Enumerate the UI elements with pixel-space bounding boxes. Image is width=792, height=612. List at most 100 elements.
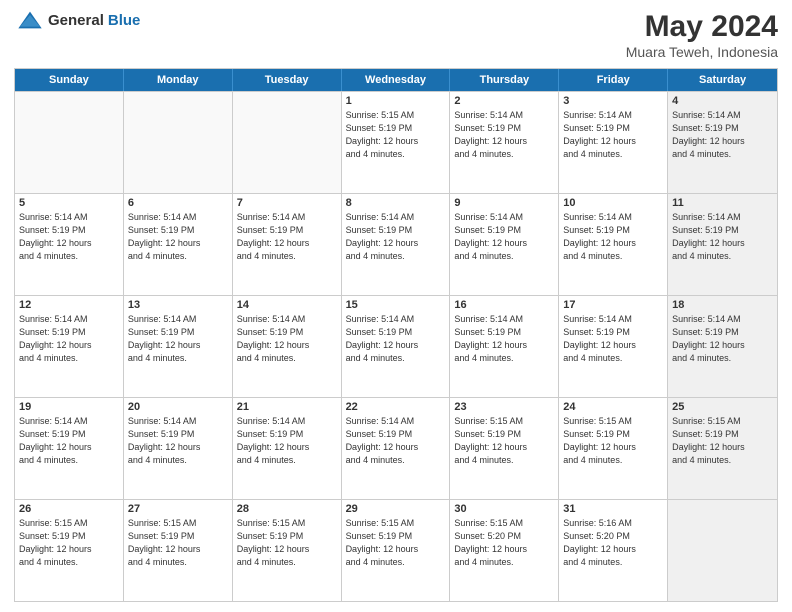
cell-info: Sunrise: 5:15 AMSunset: 5:19 PMDaylight:… <box>128 517 228 569</box>
day-number: 24 <box>563 401 663 413</box>
week-row-2: 5 Sunrise: 5:14 AMSunset: 5:19 PMDaylight… <box>15 193 777 295</box>
header-day-sunday: Sunday <box>15 69 124 91</box>
day-number: 29 <box>346 503 446 515</box>
day-number: 4 <box>672 95 773 107</box>
day-number: 12 <box>19 299 119 311</box>
cell-info: Sunrise: 5:14 AMSunset: 5:19 PMDaylight:… <box>19 415 119 467</box>
cell-info: Sunrise: 5:14 AMSunset: 5:19 PMDaylight:… <box>346 313 446 365</box>
cell-info: Sunrise: 5:14 AMSunset: 5:19 PMDaylight:… <box>19 313 119 365</box>
header-day-tuesday: Tuesday <box>233 69 342 91</box>
day-number: 18 <box>672 299 773 311</box>
day-cell-30: 30 Sunrise: 5:15 AMSunset: 5:20 PMDayligh… <box>450 500 559 601</box>
day-cell-8: 8Sunrise: 5:14 AMSunset: 5:19 PMDaylight… <box>342 194 451 295</box>
cell-info: Sunrise: 5:14 AMSunset: 5:19 PMDaylight:… <box>237 313 337 365</box>
calendar-body: 1 Sunrise: 5:15 AMSunset: 5:19 PMDaylight… <box>15 91 777 601</box>
cell-info: Sunrise: 5:14 AMSunset: 5:19 PMDaylight:… <box>128 415 228 467</box>
day-cell-15: 15 Sunrise: 5:14 AMSunset: 5:19 PMDayligh… <box>342 296 451 397</box>
day-cell-5: 5 Sunrise: 5:14 AMSunset: 5:19 PMDaylight… <box>15 194 124 295</box>
day-cell-25: 25Sunrise: 5:15 AMSunset: 5:19 PMDayligh… <box>668 398 777 499</box>
cell-info: Sunrise: 5:14 AMSunset: 5:19 PMDaylight:… <box>563 109 663 161</box>
cell-info: Sunrise: 5:15 AMSunset: 5:19 PMDaylight:… <box>672 415 773 467</box>
day-cell-10: 10Sunrise: 5:14 AMSunset: 5:19 PMDayligh… <box>559 194 668 295</box>
day-number: 22 <box>346 401 446 413</box>
day-cell-31: 31Sunrise: 5:16 AMSunset: 5:20 PMDayligh… <box>559 500 668 601</box>
empty-cell <box>15 92 124 193</box>
day-cell-12: 12 Sunrise: 5:14 AMSunset: 5:19 PMDayligh… <box>15 296 124 397</box>
day-number: 2 <box>454 95 554 107</box>
cell-info: Sunrise: 5:14 AMSunset: 5:19 PMDaylight:… <box>563 313 663 365</box>
day-number: 30 <box>454 503 554 515</box>
day-number: 16 <box>454 299 554 311</box>
day-number: 17 <box>563 299 663 311</box>
day-number: 1 <box>346 95 446 107</box>
day-cell-14: 14 Sunrise: 5:14 AMSunset: 5:19 PMDayligh… <box>233 296 342 397</box>
day-cell-23: 23 Sunrise: 5:15 AMSunset: 5:19 PMDayligh… <box>450 398 559 499</box>
day-cell-29: 29Sunrise: 5:15 AMSunset: 5:19 PMDayligh… <box>342 500 451 601</box>
day-number: 14 <box>237 299 337 311</box>
day-number: 23 <box>454 401 554 413</box>
day-number: 11 <box>672 197 773 209</box>
day-cell-3: 3 Sunrise: 5:14 AMSunset: 5:19 PMDaylight… <box>559 92 668 193</box>
day-cell-1: 1 Sunrise: 5:15 AMSunset: 5:19 PMDaylight… <box>342 92 451 193</box>
day-cell-7: 7Sunrise: 5:14 AMSunset: 5:19 PMDaylight… <box>233 194 342 295</box>
cell-info: Sunrise: 5:14 AMSunset: 5:19 PMDaylight:… <box>128 211 228 263</box>
day-number: 5 <box>19 197 119 209</box>
cell-info: Sunrise: 5:14 AMSunset: 5:19 PMDaylight:… <box>128 313 228 365</box>
day-cell-9: 9 Sunrise: 5:14 AMSunset: 5:19 PMDaylight… <box>450 194 559 295</box>
day-cell-13: 13Sunrise: 5:14 AMSunset: 5:19 PMDayligh… <box>124 296 233 397</box>
day-cell-20: 20 Sunrise: 5:14 AMSunset: 5:19 PMDayligh… <box>124 398 233 499</box>
cell-info: Sunrise: 5:15 AMSunset: 5:19 PMDaylight:… <box>237 517 337 569</box>
logo-blue: Blue <box>108 12 141 29</box>
day-cell-24: 24 Sunrise: 5:15 AMSunset: 5:19 PMDayligh… <box>559 398 668 499</box>
calendar-title: May 2024 <box>626 10 778 44</box>
day-cell-22: 22 Sunrise: 5:14 AMSunset: 5:19 PMDayligh… <box>342 398 451 499</box>
header-day-wednesday: Wednesday <box>342 69 451 91</box>
empty-cell <box>124 92 233 193</box>
page: GeneralBlue May 2024 Muara Teweh, Indone… <box>0 0 792 612</box>
day-cell-19: 19Sunrise: 5:14 AMSunset: 5:19 PMDayligh… <box>15 398 124 499</box>
day-number: 10 <box>563 197 663 209</box>
day-number: 26 <box>19 503 119 515</box>
day-cell-16: 16 Sunrise: 5:14 AMSunset: 5:19 PMDayligh… <box>450 296 559 397</box>
cell-info: Sunrise: 5:15 AMSunset: 5:19 PMDaylight:… <box>454 415 554 467</box>
day-number: 9 <box>454 197 554 209</box>
day-cell-11: 11 Sunrise: 5:14 AMSunset: 5:19 PMDayligh… <box>668 194 777 295</box>
cell-info: Sunrise: 5:15 AMSunset: 5:19 PMDaylight:… <box>346 109 446 161</box>
day-number: 7 <box>237 197 337 209</box>
header-day-saturday: Saturday <box>668 69 777 91</box>
cell-info: Sunrise: 5:14 AMSunset: 5:19 PMDaylight:… <box>19 211 119 263</box>
cell-info: Sunrise: 5:14 AMSunset: 5:19 PMDaylight:… <box>237 415 337 467</box>
day-number: 6 <box>128 197 228 209</box>
week-row-5: 26 Sunrise: 5:15 AMSunset: 5:19 PMDayligh… <box>15 499 777 601</box>
cell-info: Sunrise: 5:14 AMSunset: 5:19 PMDaylight:… <box>454 211 554 263</box>
cell-info: Sunrise: 5:14 AMSunset: 5:19 PMDaylight:… <box>454 313 554 365</box>
header-day-monday: Monday <box>124 69 233 91</box>
day-number: 28 <box>237 503 337 515</box>
logo: GeneralBlue <box>14 10 140 30</box>
day-number: 20 <box>128 401 228 413</box>
cell-info: Sunrise: 5:15 AMSunset: 5:20 PMDaylight:… <box>454 517 554 569</box>
logo-general: General <box>48 12 104 29</box>
header: GeneralBlue May 2024 Muara Teweh, Indone… <box>14 10 778 60</box>
day-cell-17: 17 Sunrise: 5:14 AMSunset: 5:19 PMDayligh… <box>559 296 668 397</box>
calendar: SundayMondayTuesdayWednesdayThursdayFrid… <box>14 68 778 602</box>
day-cell-2: 2Sunrise: 5:14 AMSunset: 5:19 PMDaylight… <box>450 92 559 193</box>
week-row-1: 1 Sunrise: 5:15 AMSunset: 5:19 PMDaylight… <box>15 91 777 193</box>
title-block: May 2024 Muara Teweh, Indonesia <box>626 10 778 60</box>
header-day-thursday: Thursday <box>450 69 559 91</box>
cell-info: Sunrise: 5:14 AMSunset: 5:19 PMDaylight:… <box>346 415 446 467</box>
day-number: 27 <box>128 503 228 515</box>
logo-icon <box>16 10 44 30</box>
cell-info: Sunrise: 5:14 AMSunset: 5:19 PMDaylight:… <box>672 313 773 365</box>
header-day-friday: Friday <box>559 69 668 91</box>
cell-info: Sunrise: 5:14 AMSunset: 5:19 PMDaylight:… <box>672 211 773 263</box>
day-number: 3 <box>563 95 663 107</box>
day-number: 21 <box>237 401 337 413</box>
day-cell-18: 18 Sunrise: 5:14 AMSunset: 5:19 PMDayligh… <box>668 296 777 397</box>
day-cell-26: 26Sunrise: 5:15 AMSunset: 5:19 PMDayligh… <box>15 500 124 601</box>
cell-info: Sunrise: 5:15 AMSunset: 5:19 PMDaylight:… <box>563 415 663 467</box>
day-number: 31 <box>563 503 663 515</box>
day-number: 15 <box>346 299 446 311</box>
day-cell-21: 21 Sunrise: 5:14 AMSunset: 5:19 PMDayligh… <box>233 398 342 499</box>
week-row-3: 12 Sunrise: 5:14 AMSunset: 5:19 PMDayligh… <box>15 295 777 397</box>
